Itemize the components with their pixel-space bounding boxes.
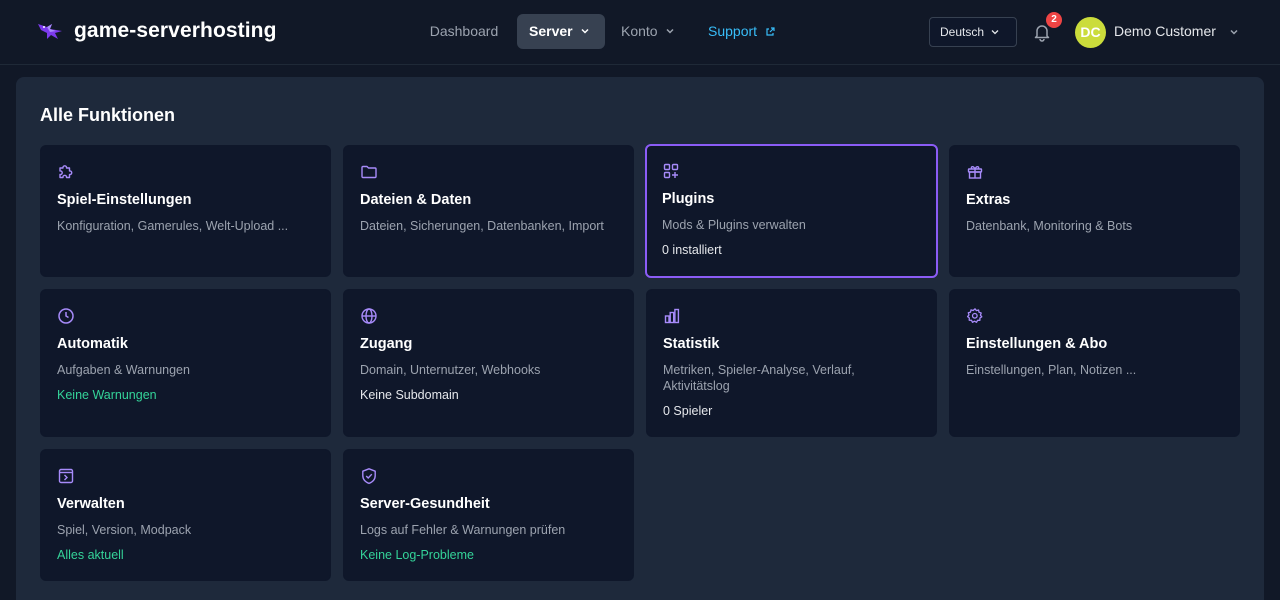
- dragon-logo-icon[interactable]: [36, 18, 64, 46]
- card-title: Statistik: [663, 336, 720, 352]
- card-title: Plugins: [662, 191, 715, 207]
- nav-server[interactable]: Server: [517, 14, 605, 49]
- card-dateien-daten[interactable]: Dateien & Daten Dateien, Sicherungen, Da…: [343, 145, 634, 277]
- card-status: Alles aktuell: [57, 548, 124, 562]
- card-status: Keine Warnungen: [57, 388, 157, 402]
- globe-icon: [361, 308, 377, 324]
- bar-chart-icon: [664, 308, 680, 324]
- external-link-icon: [766, 27, 775, 36]
- language-value: Deutsch: [940, 25, 985, 39]
- card-status: Keine Subdomain: [360, 388, 459, 402]
- user-name[interactable]: Demo Customer: [1114, 23, 1216, 39]
- nav-support-label: Support: [708, 23, 758, 39]
- nav-dashboard[interactable]: Dashboard: [416, 14, 512, 49]
- chevron-down-icon: [991, 29, 999, 35]
- nav-konto-label: Konto: [621, 23, 658, 39]
- nav-dashboard-label: Dashboard: [429, 23, 499, 39]
- card-title: Extras: [966, 192, 1011, 208]
- avatar[interactable]: DC: [1075, 17, 1106, 48]
- chevron-down-icon: [581, 29, 590, 34]
- card-description: Aufgaben & Warnungen: [57, 363, 190, 377]
- card-server-gesundheit[interactable]: Server-Gesundheit Logs auf Fehler & Warn…: [343, 449, 634, 581]
- notification-badge: 2: [1046, 12, 1062, 28]
- card-einstellungen-abo[interactable]: Einstellungen & Abo Einstellungen, Plan,…: [949, 289, 1240, 437]
- card-description: Mods & Plugins verwalten: [662, 218, 806, 232]
- card-description: Metriken, Spieler-Analyse, Verlauf, Akti…: [663, 363, 855, 393]
- puzzle-icon: [59, 165, 73, 179]
- card-status: 0 installiert: [662, 243, 722, 257]
- card-title: Verwalten: [57, 496, 125, 512]
- card-statistik[interactable]: Statistik Metriken, Spieler-Analyse, Ver…: [646, 289, 937, 437]
- nav-support[interactable]: Support: [700, 14, 792, 49]
- brand-name[interactable]: game-serverhosting: [74, 19, 277, 43]
- card-automatik[interactable]: Automatik Aufgaben & Warnungen Keine War…: [40, 289, 331, 437]
- page-title: Alle Funktionen: [40, 105, 175, 125]
- card-description: Datenbank, Monitoring & Bots: [966, 219, 1133, 233]
- card-status: Keine Log-Probleme: [360, 548, 474, 562]
- folder-icon: [361, 165, 377, 179]
- card-verwalten[interactable]: Verwalten Spiel, Version, Modpack Alles …: [40, 449, 331, 581]
- card-title: Automatik: [57, 336, 128, 352]
- nav-server-label: Server: [529, 23, 573, 39]
- gift-icon: [967, 166, 983, 179]
- clock-icon: [58, 308, 74, 324]
- card-status: 0 Spieler: [663, 404, 713, 418]
- chevron-down-icon: [666, 29, 675, 34]
- gear-icon: [966, 308, 983, 323]
- card-title: Dateien & Daten: [360, 192, 472, 208]
- nav-konto[interactable]: Konto: [612, 14, 692, 49]
- shield-check-icon: [362, 468, 376, 485]
- card-description: Spiel, Version, Modpack: [57, 523, 192, 537]
- top-navigation-bar: game-serverhosting Dashboard Server Kont…: [0, 0, 1280, 65]
- card-description: Logs auf Fehler & Warnungen prüfen: [360, 523, 566, 537]
- card-description: Domain, Unternutzer, Webhooks: [360, 363, 541, 377]
- card-title: Zugang: [360, 336, 413, 352]
- card-plugins[interactable]: Plugins Mods & Plugins verwalten 0 insta…: [645, 144, 938, 278]
- card-title: Server-Gesundheit: [360, 496, 490, 512]
- card-title: Spiel-Einstellungen: [57, 192, 192, 208]
- card-description: Konfiguration, Gamerules, Welt-Upload ..…: [57, 219, 289, 233]
- terminal-window-icon: [58, 468, 74, 484]
- card-title: Einstellungen & Abo: [966, 336, 1108, 352]
- card-spiel-einstellungen[interactable]: Spiel-Einstellungen Konfiguration, Gamer…: [40, 145, 331, 277]
- language-select[interactable]: Deutsch: [929, 17, 1017, 47]
- card-zugang[interactable]: Zugang Domain, Unternutzer, Webhooks Kei…: [343, 289, 634, 437]
- chevron-down-icon[interactable]: [1229, 27, 1239, 37]
- card-extras[interactable]: Extras Datenbank, Monitoring & Bots: [949, 145, 1240, 277]
- card-description: Einstellungen, Plan, Notizen ...: [966, 363, 1137, 377]
- card-description: Dateien, Sicherungen, Datenbanken, Impor…: [360, 219, 604, 233]
- apps-add-icon: [663, 163, 679, 179]
